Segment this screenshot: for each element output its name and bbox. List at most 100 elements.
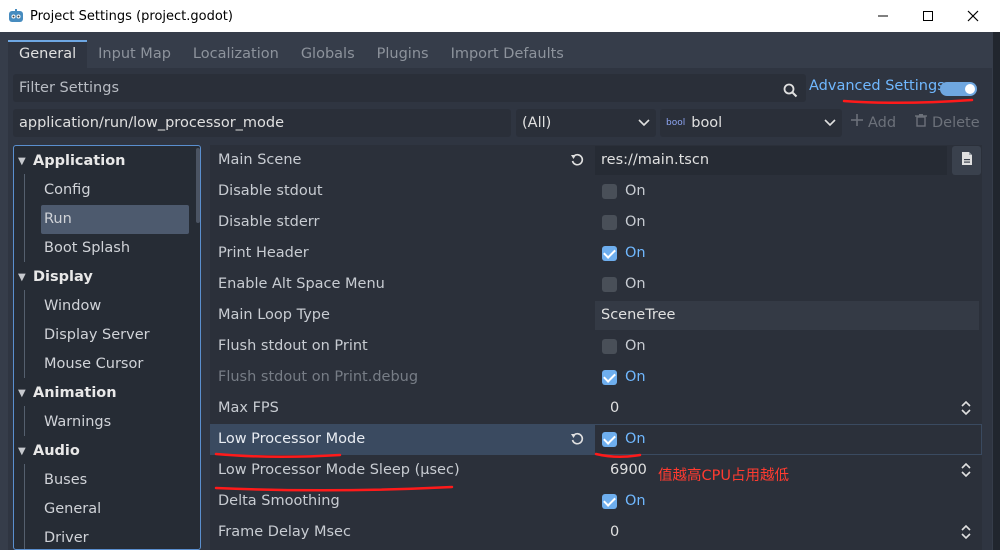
tree-item-label: General bbox=[44, 501, 102, 517]
property-row-main-scene: Main Scene res://main.tscn bbox=[210, 145, 982, 176]
tab-plugins[interactable]: Plugins bbox=[366, 40, 440, 68]
tree-item-config[interactable]: Config bbox=[14, 176, 194, 205]
tree-item-label: Animation bbox=[33, 385, 117, 401]
red-underline-low-processor bbox=[214, 452, 342, 459]
tree-item-label: Boot Splash bbox=[44, 240, 131, 256]
annotation-note: 值越高CPU占用越低 bbox=[658, 468, 789, 484]
tab-globals[interactable]: Globals bbox=[290, 40, 366, 68]
filter-settings-input[interactable]: Filter Settings bbox=[13, 74, 806, 102]
tree-item-label: Warnings bbox=[44, 414, 112, 430]
scope-select[interactable]: (All) bbox=[516, 109, 656, 137]
checkbox-label: On bbox=[625, 493, 646, 509]
caret-down-icon: ▼ bbox=[18, 272, 26, 283]
window-edge bbox=[993, 32, 1000, 550]
tree-item-label: Buses bbox=[44, 472, 88, 488]
checkbox[interactable] bbox=[602, 432, 617, 447]
advanced-settings-toggle[interactable] bbox=[940, 82, 977, 96]
property-label: Print Header bbox=[218, 245, 309, 261]
tree-item-boot-splash[interactable]: Boot Splash bbox=[14, 234, 194, 263]
checkbox[interactable] bbox=[602, 494, 617, 509]
tree-item-general[interactable]: General bbox=[14, 495, 194, 524]
property-value: 0 bbox=[595, 518, 981, 547]
chevron-down-icon bbox=[638, 109, 650, 147]
tree-item-warnings[interactable]: Warnings bbox=[14, 408, 194, 437]
tree-item-run[interactable]: Run bbox=[41, 205, 189, 234]
property-label: Main Scene bbox=[218, 152, 302, 168]
property-value: On bbox=[595, 363, 981, 392]
tree-item-mouse-cursor[interactable]: Mouse Cursor bbox=[14, 350, 194, 379]
tree-item-display-server[interactable]: Display Server bbox=[14, 321, 194, 350]
property-label: Frame Delay Msec bbox=[218, 524, 351, 540]
checkbox[interactable] bbox=[602, 277, 617, 292]
tab-general[interactable]: General bbox=[8, 40, 88, 68]
tree-item-label: Audio bbox=[33, 443, 80, 459]
tree-section-animation[interactable]: ▼ Animation bbox=[14, 379, 194, 408]
property-row-print-header: Print Header On bbox=[210, 238, 982, 269]
file-browse-button[interactable] bbox=[952, 146, 981, 175]
tree-section-audio[interactable]: ▼ Audio bbox=[14, 437, 194, 466]
settings-tree[interactable]: ▼ Application Config Run Boot Splash ▼ Dis… bbox=[13, 145, 201, 550]
checkbox[interactable] bbox=[602, 339, 617, 354]
tab-input-map[interactable]: Input Map bbox=[87, 40, 182, 68]
checkbox-label: On bbox=[625, 338, 646, 354]
trash-icon bbox=[914, 109, 928, 137]
checkbox[interactable] bbox=[602, 370, 617, 385]
tree-item-label: Run bbox=[44, 211, 72, 227]
property-value: SceneTree bbox=[595, 301, 981, 330]
property-value: On bbox=[595, 270, 981, 299]
delete-button[interactable]: Delete bbox=[914, 109, 980, 137]
tab-localization[interactable]: Localization bbox=[182, 40, 290, 68]
property-path-input[interactable]: application/run/low_processor_mode bbox=[13, 109, 511, 137]
add-label: Add bbox=[868, 115, 897, 131]
godot-icon bbox=[8, 8, 24, 24]
property-row-flush-stdout-debug: Flush stdout on Print.debug On bbox=[210, 362, 982, 393]
delete-label: Delete bbox=[932, 115, 980, 131]
spinner-icon[interactable] bbox=[961, 462, 971, 482]
file-icon bbox=[961, 151, 973, 170]
checkbox-label: On bbox=[625, 369, 646, 385]
tree-section-application[interactable]: ▼ Application bbox=[14, 147, 194, 176]
tree-item-buses[interactable]: Buses bbox=[14, 466, 194, 495]
tree-scrollbar[interactable] bbox=[196, 148, 200, 223]
main-loop-type-field[interactable]: SceneTree bbox=[595, 301, 979, 330]
window-title: Project Settings (project.godot) bbox=[30, 8, 233, 24]
revert-icon[interactable] bbox=[570, 432, 584, 450]
spinner-icon[interactable] bbox=[961, 524, 971, 544]
tree-item-window[interactable]: Window bbox=[14, 292, 194, 321]
property-row-disable-stdout: Disable stdout On bbox=[210, 176, 982, 207]
tab-import-defaults[interactable]: Import Defaults bbox=[440, 40, 575, 68]
bool-type-icon: bool bbox=[666, 118, 686, 128]
minimize-button[interactable] bbox=[860, 0, 906, 32]
checkbox-label: On bbox=[625, 183, 646, 199]
close-button[interactable] bbox=[950, 0, 996, 32]
property-value: On bbox=[595, 487, 981, 516]
scope-select-value: (All) bbox=[522, 115, 552, 131]
caret-down-icon: ▼ bbox=[18, 388, 26, 399]
type-select[interactable]: bool bool bbox=[660, 109, 842, 137]
tree-item-label: Mouse Cursor bbox=[44, 356, 144, 372]
checkbox[interactable] bbox=[602, 215, 617, 230]
advanced-settings-label: Advanced Settings bbox=[809, 78, 945, 94]
project-settings-window: General Input Map Localization Globals P… bbox=[0, 32, 1000, 550]
property-value: 0 bbox=[595, 394, 981, 423]
tree-item-label: Config bbox=[44, 182, 91, 198]
frame-delay-value[interactable]: 0 bbox=[610, 518, 619, 547]
tree-item-driver[interactable]: Driver bbox=[14, 524, 194, 549]
max-fps-value[interactable]: 0 bbox=[610, 394, 619, 423]
revert-icon[interactable] bbox=[570, 153, 584, 171]
tree-section-display[interactable]: ▼ Display bbox=[14, 263, 194, 292]
checkbox[interactable] bbox=[602, 246, 617, 261]
main-scene-path-field[interactable]: res://main.tscn bbox=[595, 146, 947, 175]
red-underline-sleep bbox=[214, 485, 454, 492]
checkbox-label: On bbox=[625, 214, 646, 230]
tree-item-label: Display Server bbox=[44, 327, 150, 343]
maximize-button[interactable] bbox=[905, 0, 951, 32]
property-label: Disable stderr bbox=[218, 214, 320, 230]
checkbox[interactable] bbox=[602, 184, 617, 199]
property-value: On bbox=[595, 239, 981, 268]
search-icon bbox=[783, 80, 798, 108]
property-row-enable-alt-space-menu: Enable Alt Space Menu On bbox=[210, 269, 982, 300]
property-label: Flush stdout on Print.debug bbox=[218, 369, 419, 385]
add-button[interactable]: Add bbox=[850, 109, 896, 137]
spinner-icon[interactable] bbox=[961, 400, 971, 420]
